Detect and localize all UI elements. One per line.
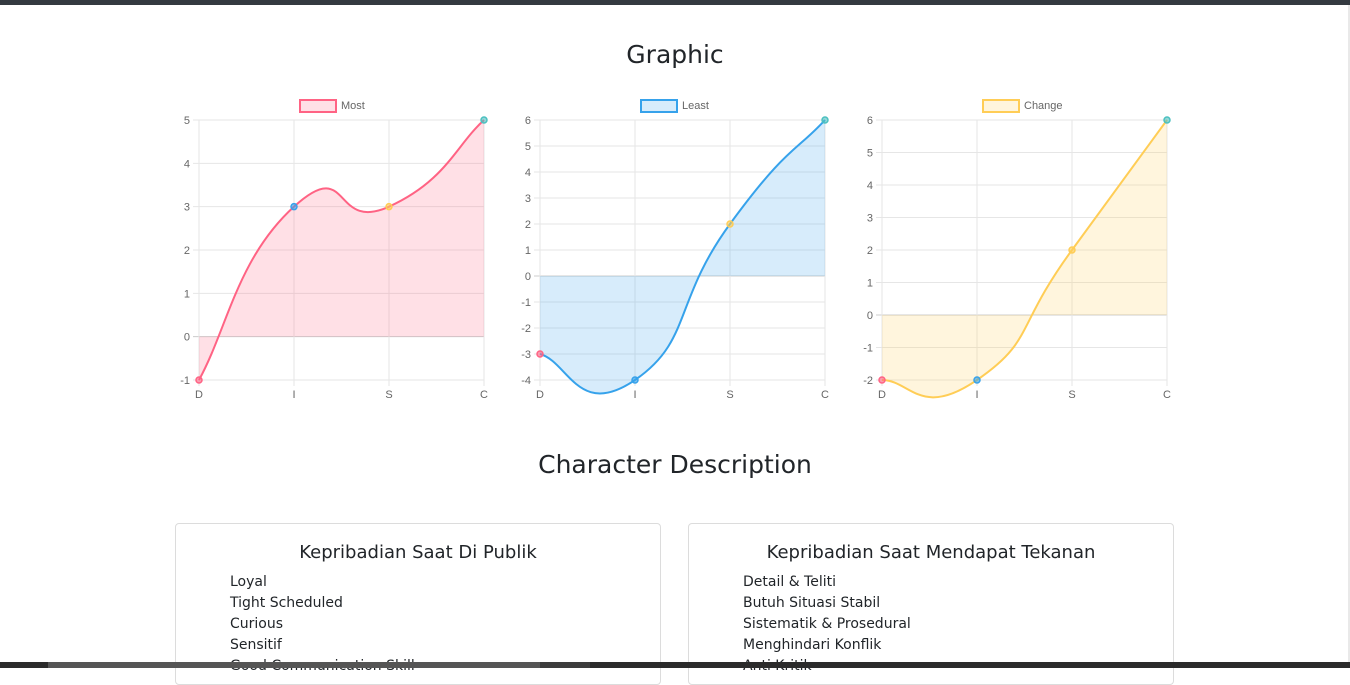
y-tick-label: 1	[525, 245, 531, 257]
legend-label: Least	[682, 100, 709, 112]
y-tick-label: 6	[525, 115, 531, 127]
x-tick-label: I	[633, 389, 636, 401]
x-tick-label: D	[536, 389, 544, 401]
y-tick-label: 4	[525, 167, 531, 179]
list-item: Sensitif	[230, 635, 415, 656]
y-tick-label: 0	[184, 332, 190, 344]
y-tick-label: 0	[867, 310, 873, 322]
x-tick-label: D	[878, 389, 886, 401]
data-point	[1164, 117, 1170, 123]
x-tick-label: C	[821, 389, 829, 401]
list-item: Curious	[230, 614, 415, 635]
y-tick-label: 3	[867, 213, 873, 225]
card-title: Kepribadian Saat Mendapat Tekanan	[689, 542, 1173, 563]
data-point	[196, 377, 202, 383]
legend: Change	[983, 100, 1063, 112]
change-chart: Change -2 -1 0 1 2 3 4 5 6 D I S C	[848, 92, 1183, 412]
x-tick-label: S	[385, 389, 392, 401]
x-tick-label: C	[480, 389, 488, 401]
y-tick-label: 3	[525, 193, 531, 205]
x-tick-label: S	[1068, 389, 1075, 401]
list-item: Detail & Teliti	[743, 572, 911, 593]
character-description-heading: Character Description	[0, 450, 1350, 479]
data-point	[727, 221, 733, 227]
y-tick-label: -4	[521, 375, 531, 387]
y-tick-label: 5	[525, 141, 531, 153]
legend: Least	[641, 100, 709, 112]
legend: Most	[300, 100, 365, 112]
list-item: Butuh Situasi Stabil	[743, 593, 911, 614]
y-tick-label: 2	[525, 219, 531, 231]
least-chart: Least -4 -3 -2 -1 0 1 2 3 4 5 6 D I S C	[506, 92, 841, 412]
data-point	[1069, 247, 1075, 253]
y-tick-label: 5	[184, 115, 190, 127]
pressure-personality-card: Kepribadian Saat Mendapat Tekanan Detail…	[688, 523, 1174, 685]
legend-label: Change	[1024, 100, 1063, 112]
series-area	[882, 120, 1167, 397]
legend-label: Most	[341, 100, 365, 112]
window-top-bar	[0, 0, 1350, 5]
y-tick-label: 4	[867, 180, 873, 192]
x-tick-label: C	[1163, 389, 1171, 401]
card-title: Kepribadian Saat Di Publik	[176, 542, 660, 563]
list-item: Loyal	[230, 572, 415, 593]
list-item: Menghindari Konflik	[743, 635, 911, 656]
data-point	[632, 377, 638, 383]
legend-swatch	[300, 100, 336, 112]
y-tick-label: 6	[867, 115, 873, 127]
data-point	[879, 377, 885, 383]
legend-swatch	[641, 100, 677, 112]
data-point	[974, 377, 980, 383]
x-tick-label: S	[726, 389, 733, 401]
scrollbar-thumb[interactable]	[48, 662, 590, 668]
y-tick-label: -2	[521, 323, 531, 335]
y-tick-label: 2	[184, 245, 190, 257]
y-tick-label: 3	[184, 202, 190, 214]
y-tick-label: 5	[867, 148, 873, 160]
y-tick-label: 0	[525, 271, 531, 283]
scrollbar-thumb-segment	[540, 662, 590, 668]
y-tick-label: -3	[521, 349, 531, 361]
y-tick-label: -1	[180, 375, 190, 387]
x-tick-label: I	[292, 389, 295, 401]
y-tick-label: 1	[184, 288, 190, 300]
public-personality-card: Kepribadian Saat Di Publik Loyal Tight S…	[175, 523, 661, 685]
legend-swatch	[983, 100, 1019, 112]
list-item: Sistematik & Prosedural	[743, 614, 911, 635]
y-tick-label: 2	[867, 245, 873, 257]
y-tick-label: 1	[867, 278, 873, 290]
y-tick-label: -2	[863, 375, 873, 387]
x-tick-label: D	[195, 389, 203, 401]
data-point	[481, 117, 487, 123]
y-tick-label: -1	[863, 343, 873, 355]
data-point	[537, 351, 543, 357]
data-point	[291, 204, 297, 210]
y-tick-label: 4	[184, 158, 190, 170]
graphic-heading: Graphic	[0, 40, 1350, 69]
x-tick-label: I	[975, 389, 978, 401]
data-point	[822, 117, 828, 123]
data-point	[386, 204, 392, 210]
y-tick-label: -1	[521, 297, 531, 309]
list-item: Tight Scheduled	[230, 593, 415, 614]
most-chart: Most -1 0 1 2 3 4 5 D I S C	[165, 92, 500, 412]
